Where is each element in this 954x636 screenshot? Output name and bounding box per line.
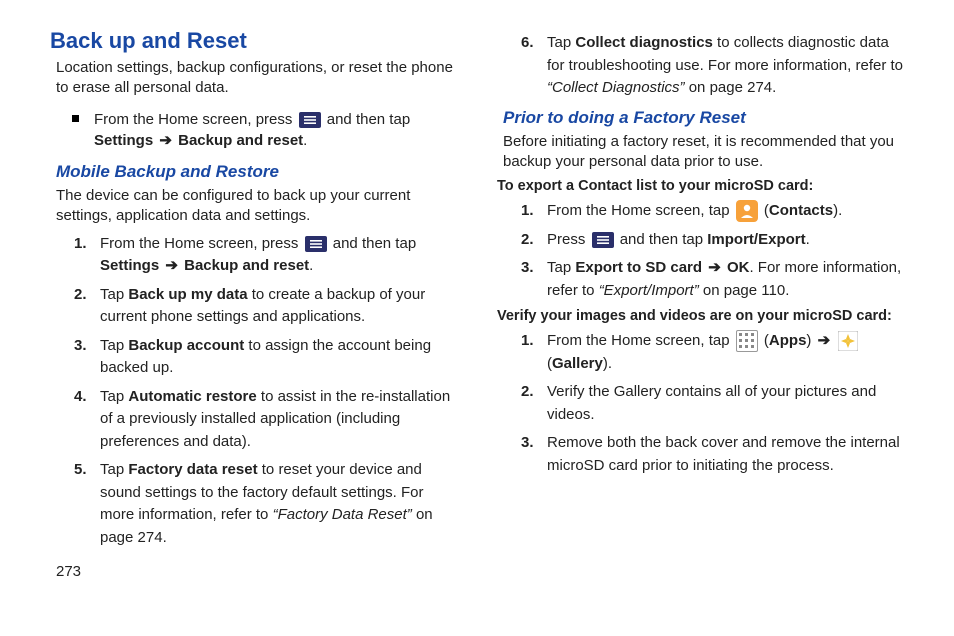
subheading-verify: Verify your images and videos are on you… [497,308,904,324]
list-item: Tap Backup account to assign the account… [74,335,457,380]
bold: Collect diagnostics [575,34,713,51]
subheading-export: To export a Contact list to your microSD… [497,178,904,194]
text: and then tap [620,231,708,248]
arrow-icon: ➔ [816,332,833,349]
text: Tap [547,34,575,51]
list-item: Tap Factory data reset to reset your dev… [74,459,457,549]
period: . [303,132,307,149]
text: ). [603,355,612,372]
text: From the Home screen, press [94,111,297,128]
text: Verify the Gallery contains all of your … [547,383,876,423]
bold: Gallery [552,355,603,372]
text: ) [806,332,815,349]
bold: Back up my data [128,286,247,303]
ref: “Export/Import” [599,282,699,299]
arrow-icon: ➔ [706,259,723,276]
right-column: Tap Collect diagnostics to collects diag… [497,28,904,580]
period: . [309,257,313,274]
apps-icon [736,330,758,352]
bullet-item: From the Home screen, press and then tap… [68,109,457,153]
text: ). [833,202,842,219]
list-item: Tap Automatic restore to assist in the r… [74,386,457,454]
text: Remove both the back cover and remove th… [547,434,900,474]
heading-backup-reset: Back up and Reset [50,28,457,54]
bold: Contacts [769,202,833,219]
intro-mobile-backup: The device can be configured to back up … [56,186,457,227]
list-item: From the Home screen, press and then tap… [74,233,457,278]
bold: Import/Export [707,231,805,248]
text: Tap [100,461,128,478]
intro-text: Location settings, backup configurations… [56,58,457,99]
bold-backup-reset: Backup and reset [178,132,303,149]
text: and then tap [327,111,410,128]
bold: Factory data reset [128,461,257,478]
bold: Export to SD card [575,259,702,276]
arrow-icon: ➔ [163,257,180,274]
list-item: Tap Export to SD card ➔ OK. For more inf… [521,257,904,302]
list-item: Verify the Gallery contains all of your … [521,381,904,426]
list-item: Tap Back up my data to create a backup o… [74,284,457,329]
heading-mobile-backup: Mobile Backup and Restore [56,162,457,182]
text: Tap [100,388,128,405]
bold: Apps [769,332,807,349]
list-item: Tap Collect diagnostics to collects diag… [521,32,904,100]
bold: Backup and reset [184,257,309,274]
bold: Settings [100,257,159,274]
menu-icon [305,236,327,252]
ordered-list-c: From the Home screen, tap (Apps) ➔ (Gall… [521,330,904,477]
list-item: Press and then tap Import/Export. [521,229,904,252]
heading-prior-reset: Prior to doing a Factory Reset [503,108,904,128]
text: on page 110. [699,282,790,299]
menu-icon [299,112,321,128]
ref: “Collect Diagnostics” [547,79,685,96]
bold: OK [727,259,750,276]
text: Tap [547,259,575,276]
ordered-list-a: From the Home screen, press and then tap… [74,233,457,550]
page-columns: Back up and Reset Location settings, bac… [50,28,904,580]
text: From the Home screen, tap [547,202,734,219]
text: From the Home screen, tap [547,332,734,349]
bold: Automatic restore [128,388,256,405]
list-item: Remove both the back cover and remove th… [521,432,904,477]
menu-icon [592,232,614,248]
bullet-list: From the Home screen, press and then tap… [68,109,457,153]
left-column: Back up and Reset Location settings, bac… [50,28,457,580]
bold-settings: Settings [94,132,153,149]
text: Press [547,231,590,248]
text: Tap [100,286,128,303]
page-number: 273 [50,563,457,580]
gallery-icon [838,331,858,351]
text: and then tap [333,235,416,252]
text: Tap [100,337,128,354]
contacts-icon [736,200,758,222]
ordered-list-b: From the Home screen, tap (Contacts). Pr… [521,200,904,302]
list-item: From the Home screen, tap (Apps) ➔ (Gall… [521,330,904,375]
ordered-list-a-cont: Tap Collect diagnostics to collects diag… [521,32,904,100]
period: . [806,231,810,248]
text: From the Home screen, press [100,235,303,252]
ref: “Factory Data Reset” [273,506,412,523]
bold: Backup account [128,337,244,354]
intro-prior: Before initiating a factory reset, it is… [503,132,904,173]
text: on page 274. [685,79,777,96]
arrow-icon: ➔ [157,132,174,149]
list-item: From the Home screen, tap (Contacts). [521,200,904,223]
